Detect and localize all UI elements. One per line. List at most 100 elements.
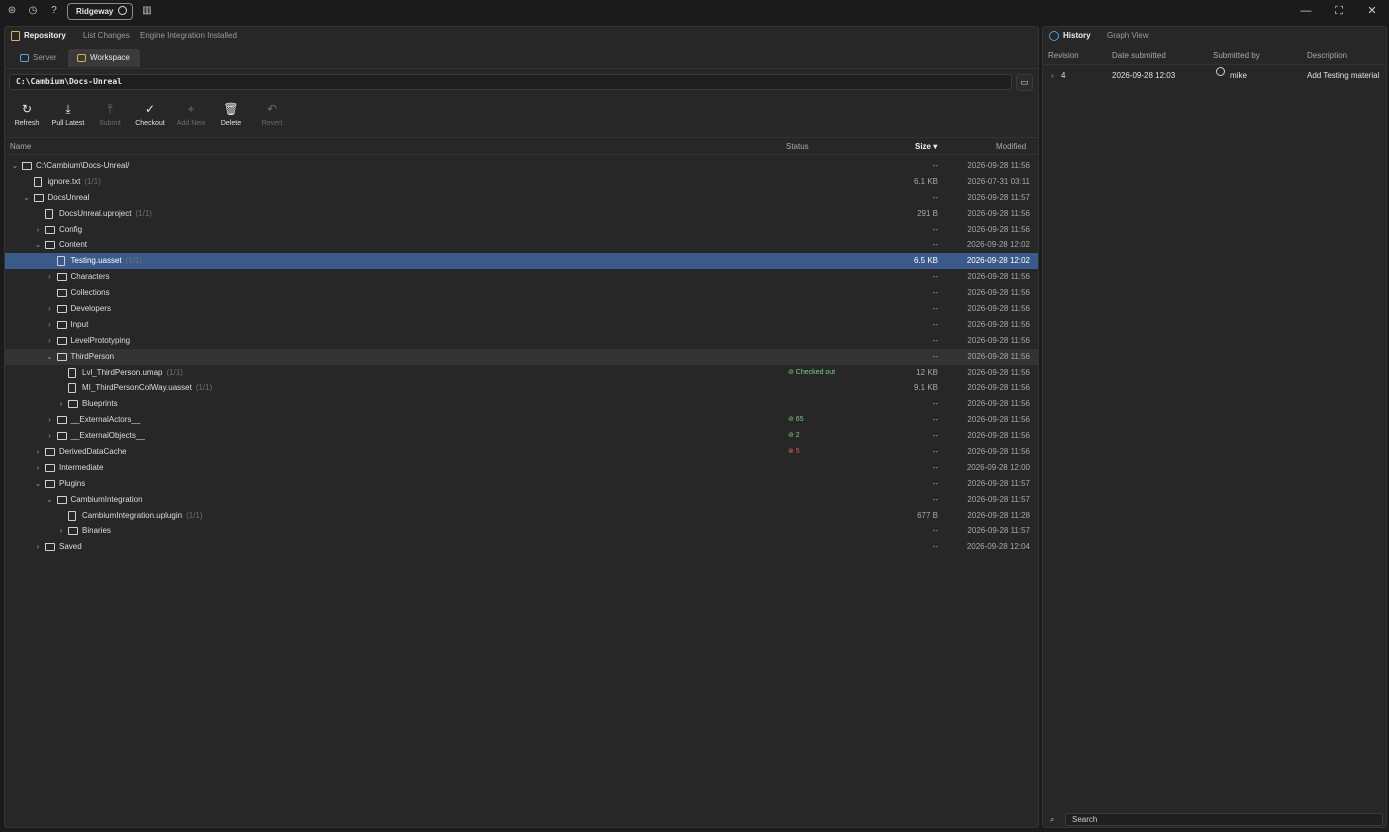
- column-description[interactable]: Description: [1307, 51, 1347, 60]
- add-new-button[interactable]: + Add New: [169, 102, 213, 127]
- search-input[interactable]: [1065, 813, 1383, 826]
- folder-row[interactable]: › __ExternalActors__ ⊘ 65 -- 2026-09-28 11:5…: [5, 412, 1038, 428]
- chevron-right-icon[interactable]: ›: [46, 301, 54, 317]
- chevron-down-icon[interactable]: ⌄: [23, 190, 31, 206]
- folder-row[interactable]: Collections -- 2026-09-28 11:56: [5, 285, 1038, 301]
- item-name-text: Config: [59, 224, 83, 234]
- folder-row[interactable]: ⌄ Content -- 2026-09-28 12:02: [5, 237, 1038, 253]
- folder-row[interactable]: › __ExternalObjects__ ⊘ 2 -- 2026-09-28 11:5…: [5, 428, 1038, 444]
- browse-folder-button[interactable]: ▭: [1016, 74, 1033, 91]
- folder-row[interactable]: ⌄ CambiumIntegration -- 2026-09-28 11:57: [5, 492, 1038, 508]
- folder-row[interactable]: › DerivedDataCache ⊗ 5 -- 2026-09-28 11:56: [5, 444, 1038, 460]
- folder-row[interactable]: › Input -- 2026-09-28 11:56: [5, 317, 1038, 333]
- revert-button[interactable]: ↶ Revert: [250, 102, 294, 127]
- item-name: DocsUnreal: [48, 190, 90, 206]
- folder-row[interactable]: › Developers -- 2026-09-28 11:56: [5, 301, 1038, 317]
- item-name-text: Testing.uasset: [70, 256, 122, 266]
- chevron-right-icon[interactable]: ›: [46, 412, 54, 428]
- chevron-down-icon[interactable]: ⌄: [34, 237, 42, 253]
- question-icon[interactable]: ?: [48, 5, 60, 17]
- delete-button[interactable]: 🗑 Delete: [209, 102, 253, 127]
- chevron-right-icon[interactable]: ›: [46, 317, 54, 333]
- chevron-down-icon[interactable]: ⌄: [46, 349, 54, 365]
- help-circle-icon[interactable]: ⊜: [6, 5, 18, 17]
- item-size: 291 B: [917, 208, 938, 218]
- chevron-right-icon[interactable]: ›: [57, 396, 65, 412]
- expand-chevron-icon[interactable]: ›: [1051, 67, 1054, 84]
- plus-icon: +: [187, 102, 195, 116]
- minimize-button[interactable]: —: [1299, 4, 1313, 18]
- item-size: --: [932, 272, 938, 282]
- tab-graph-view[interactable]: Graph View: [1107, 31, 1149, 40]
- chevron-right-icon[interactable]: ›: [34, 539, 42, 555]
- column-date-submitted[interactable]: Date submitted: [1112, 51, 1166, 60]
- history-row[interactable]: › 4 2026-09-28 12:03 mike Add Testing ma…: [1043, 67, 1386, 84]
- chevron-right-icon[interactable]: ›: [34, 222, 42, 238]
- tab-list-changes[interactable]: List Changes: [83, 31, 130, 40]
- folder-icon: [45, 241, 55, 250]
- column-status[interactable]: Status: [786, 142, 809, 151]
- folder-row[interactable]: ⌄ ThirdPerson -- 2026-09-28 11:56: [5, 348, 1038, 365]
- chevron-right-icon[interactable]: ›: [46, 269, 54, 285]
- item-name: C:\Cambium\Docs-Unreal/: [36, 158, 129, 174]
- history-icon[interactable]: ◷: [27, 5, 39, 17]
- folder-row[interactable]: › Blueprints -- 2026-09-28 11:56: [5, 396, 1038, 412]
- item-modified: 2026-09-28 12:02: [966, 256, 1030, 266]
- pull-latest-button[interactable]: ⤓ Pull Latest: [46, 102, 90, 127]
- search-icon: ⌕: [1050, 815, 1055, 824]
- item-size: --: [932, 542, 938, 552]
- item-name: ignore.txt (1/1): [48, 174, 101, 190]
- folder-row[interactable]: › Saved -- 2026-09-28 12:04: [5, 539, 1038, 555]
- submit-button[interactable]: ⤒ Submit: [88, 102, 132, 127]
- column-submitted-by[interactable]: Submitted by: [1213, 51, 1260, 60]
- refresh-button[interactable]: ↻ Refresh: [5, 102, 49, 127]
- layout-icon[interactable]: ▥: [141, 5, 153, 17]
- chevron-right-icon[interactable]: ›: [34, 444, 42, 460]
- column-modified[interactable]: Modified: [996, 142, 1026, 151]
- chevron-right-icon[interactable]: ›: [34, 460, 42, 476]
- chevron-down-icon[interactable]: ⌄: [11, 158, 19, 174]
- column-size[interactable]: Size ▾: [915, 142, 937, 151]
- tab-engine-integration[interactable]: Engine Integration Installed: [140, 31, 237, 40]
- chevron-right-icon[interactable]: ›: [46, 428, 54, 444]
- folder-row[interactable]: ⌄ C:\Cambium\Docs-Unreal/ -- 2026-09-28 11:…: [5, 158, 1038, 174]
- tab-history[interactable]: History: [1063, 31, 1091, 40]
- file-icon: [68, 367, 76, 378]
- folder-row[interactable]: ⌄ Plugins -- 2026-09-28 11:57: [5, 476, 1038, 492]
- subtab-workspace[interactable]: Workspace: [68, 49, 140, 67]
- chevron-right-icon[interactable]: ›: [57, 523, 65, 539]
- chevron-right-icon[interactable]: ›: [46, 333, 54, 349]
- folder-row[interactable]: ⌄ DocsUnreal -- 2026-09-28 11:57: [5, 190, 1038, 206]
- file-row[interactable]: ignore.txt (1/1) 6.1 KB 2026-07-31 03:11: [5, 174, 1038, 190]
- folder-row[interactable]: › Characters -- 2026-09-28 11:56: [5, 269, 1038, 285]
- file-row[interactable]: DocsUnreal.uproject (1/1) 291 B 2026-09-28 …: [5, 206, 1038, 222]
- folder-row[interactable]: › Binaries -- 2026-09-28 11:57: [5, 523, 1038, 539]
- file-row[interactable]: Testing.uasset (1/1) 6.5 KB 2026-09-28 12:0…: [5, 253, 1038, 270]
- item-size: --: [932, 415, 938, 425]
- item-modified: 2026-09-28 11:57: [967, 526, 1030, 536]
- path-input[interactable]: C:\Cambium\Docs-Unreal: [9, 74, 1012, 90]
- checkout-button[interactable]: ✓ Checkout: [128, 102, 172, 127]
- folder-icon: [56, 320, 67, 329]
- item-modified: 2026-09-28 11:56: [967, 272, 1030, 282]
- column-revision[interactable]: Revision: [1048, 51, 1079, 60]
- file-row[interactable]: Lvl_ThirdPerson.umap (1/1) ⊘ Checked out 12…: [5, 365, 1038, 381]
- subtab-server[interactable]: Server: [11, 49, 67, 67]
- file-row[interactable]: MI_ThirdPersonColWay.uasset (1/1) 9.1 KB 20…: [5, 380, 1038, 396]
- folder-row[interactable]: › Config -- 2026-09-28 11:56: [5, 222, 1038, 238]
- folder-row[interactable]: › Intermediate -- 2026-09-28 12:00: [5, 460, 1038, 476]
- trash-icon: 🗑: [223, 102, 239, 116]
- title-bar: ⊜ ◷ ? Ridgeway ▥ — ⛶ ✕: [0, 0, 1389, 24]
- chevron-down-icon[interactable]: ⌄: [34, 476, 42, 492]
- item-name-text: Input: [70, 319, 89, 329]
- tab-repository[interactable]: Repository: [24, 31, 66, 40]
- folder-row[interactable]: › LevelPrototyping -- 2026-09-28 11:56: [5, 333, 1038, 349]
- column-name[interactable]: Name: [10, 142, 31, 151]
- close-button[interactable]: ✕: [1365, 4, 1379, 18]
- workspace-selector[interactable]: Ridgeway: [67, 3, 133, 20]
- file-row[interactable]: CambiumIntegration.uplugin (1/1) 677 B 2026…: [5, 508, 1038, 524]
- item-name-text: ignore.txt: [47, 176, 81, 186]
- chevron-down-icon[interactable]: ⌄: [46, 492, 54, 508]
- item-size: --: [932, 192, 938, 202]
- maximize-button[interactable]: ⛶: [1332, 4, 1346, 18]
